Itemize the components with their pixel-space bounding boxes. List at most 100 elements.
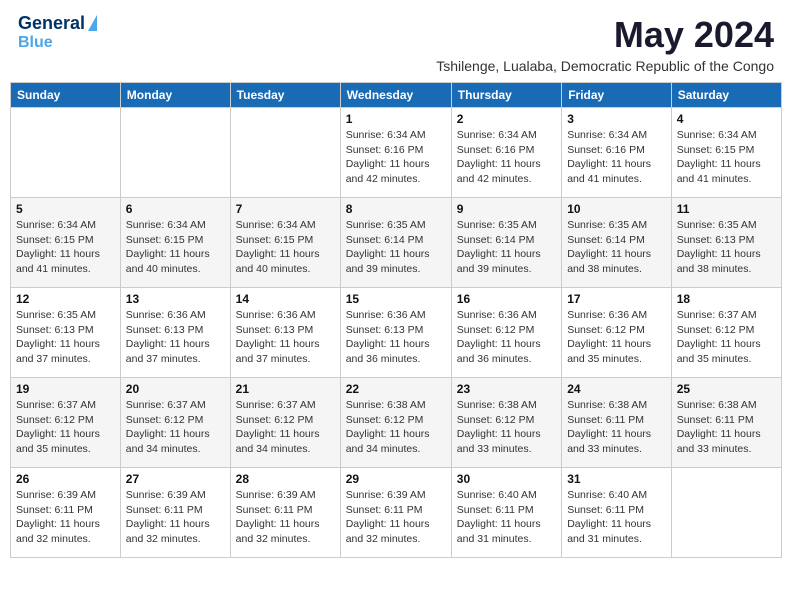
calendar-cell: 20 Sunrise: 6:37 AMSunset: 6:12 PMDayligh… xyxy=(120,378,230,468)
day-info: Sunrise: 6:39 AMSunset: 6:11 PMDaylight:… xyxy=(126,488,225,547)
calendar-cell: 7Sunrise: 6:34 AMSunset: 6:15 PMDaylight… xyxy=(230,198,340,288)
day-info: Sunrise: 6:37 AMSunset: 6:12 PMDaylight:… xyxy=(677,308,776,367)
day-number: 25 xyxy=(677,382,776,396)
day-info: Sunrise: 6:34 AMSunset: 6:15 PMDaylight:… xyxy=(677,128,776,187)
day-number: 9 xyxy=(457,202,556,216)
calendar-header-row: SundayMondayTuesdayWednesdayThursdayFrid… xyxy=(11,83,782,108)
calendar-cell: 11 Sunrise: 6:35 AMSunset: 6:13 PMDayligh… xyxy=(671,198,781,288)
day-number: 1 xyxy=(346,112,446,126)
day-info: Sunrise: 6:36 AMSunset: 6:12 PMDaylight:… xyxy=(567,308,666,367)
day-number: 20 xyxy=(126,382,225,396)
day-info: Sunrise: 6:39 AMSunset: 6:11 PMDaylight:… xyxy=(236,488,335,547)
day-number: 11 xyxy=(677,202,776,216)
day-info: Sunrise: 6:35 AMSunset: 6:13 PMDaylight:… xyxy=(16,308,115,367)
day-info: Sunrise: 6:34 AMSunset: 6:16 PMDaylight:… xyxy=(567,128,666,187)
day-number: 12 xyxy=(16,292,115,306)
calendar-day-header: Sunday xyxy=(11,83,121,108)
day-number: 3 xyxy=(567,112,666,126)
day-number: 6 xyxy=(126,202,225,216)
day-number: 29 xyxy=(346,472,446,486)
day-info: Sunrise: 6:35 AMSunset: 6:14 PMDaylight:… xyxy=(457,218,556,277)
logo: General Blue xyxy=(18,14,97,51)
day-number: 21 xyxy=(236,382,335,396)
calendar-cell: 2Sunrise: 6:34 AMSunset: 6:16 PMDaylight… xyxy=(451,108,561,198)
calendar-cell xyxy=(671,468,781,558)
calendar-cell: 31 Sunrise: 6:40 AMSunset: 6:11 PMDayligh… xyxy=(562,468,672,558)
day-number: 23 xyxy=(457,382,556,396)
day-info: Sunrise: 6:37 AMSunset: 6:12 PMDaylight:… xyxy=(236,398,335,457)
day-number: 26 xyxy=(16,472,115,486)
calendar-cell: 3 Sunrise: 6:34 AMSunset: 6:16 PMDaylight… xyxy=(562,108,672,198)
logo-triangle-icon xyxy=(88,15,97,31)
calendar-cell: 27 Sunrise: 6:39 AMSunset: 6:11 PMDayligh… xyxy=(120,468,230,558)
calendar-cell: 15 Sunrise: 6:36 AMSunset: 6:13 PMDayligh… xyxy=(340,288,451,378)
calendar-week-row: 5 Sunrise: 6:34 AMSunset: 6:15 PMDaylight… xyxy=(11,198,782,288)
day-info: Sunrise: 6:34 AMSunset: 6:15 PMDaylight:… xyxy=(236,218,335,277)
day-number: 19 xyxy=(16,382,115,396)
calendar-cell: 30Sunrise: 6:40 AMSunset: 6:11 PMDayligh… xyxy=(451,468,561,558)
day-number: 28 xyxy=(236,472,335,486)
calendar-cell: 1 Sunrise: 6:34 AMSunset: 6:16 PMDaylight… xyxy=(340,108,451,198)
calendar-cell: 9 Sunrise: 6:35 AMSunset: 6:14 PMDaylight… xyxy=(451,198,561,288)
day-number: 15 xyxy=(346,292,446,306)
day-number: 30 xyxy=(457,472,556,486)
logo-text-blue: Blue xyxy=(18,34,53,52)
calendar-cell: 5 Sunrise: 6:34 AMSunset: 6:15 PMDaylight… xyxy=(11,198,121,288)
location-subtitle: Tshilenge, Lualaba, Democratic Republic … xyxy=(436,58,774,74)
day-info: Sunrise: 6:35 AMSunset: 6:14 PMDaylight:… xyxy=(567,218,666,277)
calendar-cell: 18 Sunrise: 6:37 AMSunset: 6:12 PMDayligh… xyxy=(671,288,781,378)
day-info: Sunrise: 6:34 AMSunset: 6:16 PMDaylight:… xyxy=(346,128,446,187)
calendar-day-header: Thursday xyxy=(451,83,561,108)
page-header: General Blue May 2024 Tshilenge, Lualaba… xyxy=(10,10,782,78)
calendar-cell xyxy=(230,108,340,198)
day-info: Sunrise: 6:38 AMSunset: 6:12 PMDaylight:… xyxy=(346,398,446,457)
calendar-cell: 4Sunrise: 6:34 AMSunset: 6:15 PMDaylight… xyxy=(671,108,781,198)
calendar-cell xyxy=(120,108,230,198)
day-info: Sunrise: 6:34 AMSunset: 6:15 PMDaylight:… xyxy=(126,218,225,277)
calendar-cell xyxy=(11,108,121,198)
day-info: Sunrise: 6:40 AMSunset: 6:11 PMDaylight:… xyxy=(567,488,666,547)
day-info: Sunrise: 6:36 AMSunset: 6:13 PMDaylight:… xyxy=(126,308,225,367)
calendar-day-header: Saturday xyxy=(671,83,781,108)
calendar-cell: 10Sunrise: 6:35 AMSunset: 6:14 PMDayligh… xyxy=(562,198,672,288)
logo-text-general: General xyxy=(18,14,85,34)
calendar-week-row: 1 Sunrise: 6:34 AMSunset: 6:16 PMDaylight… xyxy=(11,108,782,198)
calendar-cell: 19 Sunrise: 6:37 AMSunset: 6:12 PMDayligh… xyxy=(11,378,121,468)
calendar-cell: 25Sunrise: 6:38 AMSunset: 6:11 PMDayligh… xyxy=(671,378,781,468)
calendar-cell: 26 Sunrise: 6:39 AMSunset: 6:11 PMDayligh… xyxy=(11,468,121,558)
day-info: Sunrise: 6:36 AMSunset: 6:12 PMDaylight:… xyxy=(457,308,556,367)
day-number: 18 xyxy=(677,292,776,306)
title-block: May 2024 Tshilenge, Lualaba, Democratic … xyxy=(436,14,774,74)
calendar-week-row: 12 Sunrise: 6:35 AMSunset: 6:13 PMDayligh… xyxy=(11,288,782,378)
day-info: Sunrise: 6:35 AMSunset: 6:14 PMDaylight:… xyxy=(346,218,446,277)
calendar-cell: 22 Sunrise: 6:38 AMSunset: 6:12 PMDayligh… xyxy=(340,378,451,468)
day-info: Sunrise: 6:36 AMSunset: 6:13 PMDaylight:… xyxy=(346,308,446,367)
day-number: 31 xyxy=(567,472,666,486)
calendar-day-header: Wednesday xyxy=(340,83,451,108)
day-number: 24 xyxy=(567,382,666,396)
calendar-cell: 17Sunrise: 6:36 AMSunset: 6:12 PMDayligh… xyxy=(562,288,672,378)
calendar-cell: 8Sunrise: 6:35 AMSunset: 6:14 PMDaylight… xyxy=(340,198,451,288)
day-info: Sunrise: 6:34 AMSunset: 6:15 PMDaylight:… xyxy=(16,218,115,277)
day-info: Sunrise: 6:39 AMSunset: 6:11 PMDaylight:… xyxy=(16,488,115,547)
calendar-cell: 23 Sunrise: 6:38 AMSunset: 6:12 PMDayligh… xyxy=(451,378,561,468)
calendar-cell: 12 Sunrise: 6:35 AMSunset: 6:13 PMDayligh… xyxy=(11,288,121,378)
calendar-week-row: 26 Sunrise: 6:39 AMSunset: 6:11 PMDayligh… xyxy=(11,468,782,558)
calendar-cell: 6 Sunrise: 6:34 AMSunset: 6:15 PMDaylight… xyxy=(120,198,230,288)
day-number: 27 xyxy=(126,472,225,486)
day-info: Sunrise: 6:37 AMSunset: 6:12 PMDaylight:… xyxy=(126,398,225,457)
day-info: Sunrise: 6:39 AMSunset: 6:11 PMDaylight:… xyxy=(346,488,446,547)
calendar-table: SundayMondayTuesdayWednesdayThursdayFrid… xyxy=(10,82,782,558)
day-info: Sunrise: 6:38 AMSunset: 6:12 PMDaylight:… xyxy=(457,398,556,457)
month-year-title: May 2024 xyxy=(436,14,774,56)
day-number: 22 xyxy=(346,382,446,396)
calendar-cell: 16 Sunrise: 6:36 AMSunset: 6:12 PMDayligh… xyxy=(451,288,561,378)
calendar-cell: 21 Sunrise: 6:37 AMSunset: 6:12 PMDayligh… xyxy=(230,378,340,468)
day-number: 5 xyxy=(16,202,115,216)
day-info: Sunrise: 6:37 AMSunset: 6:12 PMDaylight:… xyxy=(16,398,115,457)
day-number: 16 xyxy=(457,292,556,306)
day-info: Sunrise: 6:35 AMSunset: 6:13 PMDaylight:… xyxy=(677,218,776,277)
calendar-day-header: Friday xyxy=(562,83,672,108)
calendar-cell: 28 Sunrise: 6:39 AMSunset: 6:11 PMDayligh… xyxy=(230,468,340,558)
calendar-cell: 24Sunrise: 6:38 AMSunset: 6:11 PMDayligh… xyxy=(562,378,672,468)
